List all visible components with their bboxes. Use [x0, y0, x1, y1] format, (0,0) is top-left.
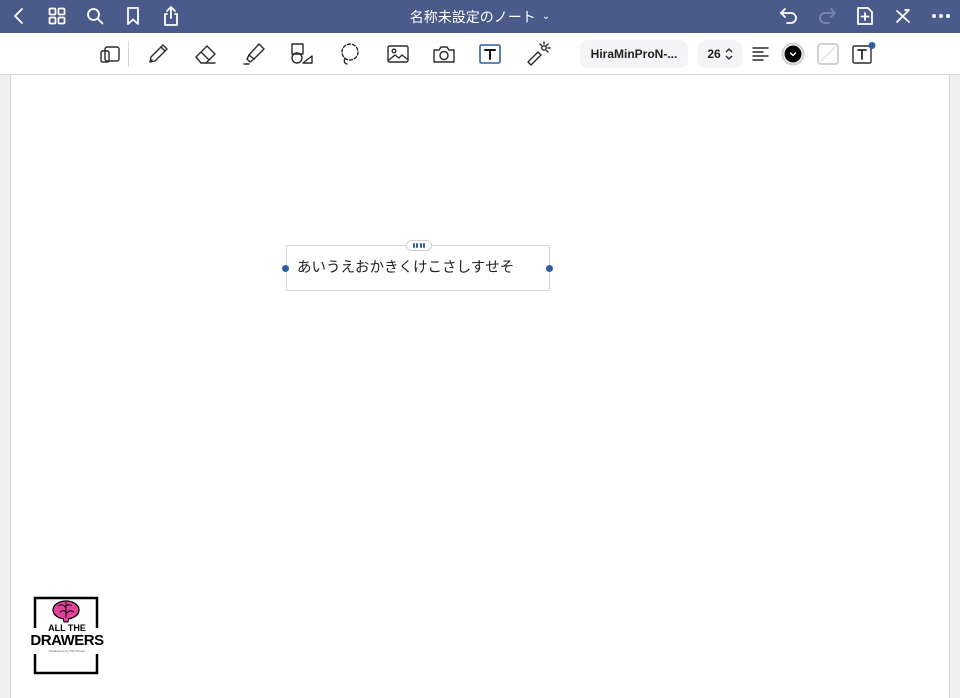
close-tools-icon[interactable] — [889, 3, 917, 29]
text-box-drag-handle[interactable] — [406, 240, 432, 251]
text-tool-icon[interactable] — [475, 39, 505, 69]
fill-color-swatch[interactable] — [813, 39, 843, 69]
text-box[interactable]: あいうえおかきくけこさしすせそ — [282, 240, 553, 291]
shapes-icon[interactable] — [287, 39, 317, 69]
text-align-icon[interactable] — [746, 39, 776, 69]
toolbar-divider — [128, 41, 129, 67]
all-the-drawers-logo: ALL THE DRAWERS Infodrawers by Toib Prov… — [27, 592, 107, 676]
note-title-label: 名称未設定のノート — [409, 9, 536, 26]
chevron-down-icon: ⌄ — [541, 11, 551, 22]
grid-icon[interactable] — [43, 3, 71, 29]
eraser-icon[interactable] — [191, 39, 221, 69]
undo-icon[interactable] — [775, 3, 803, 29]
note-page[interactable]: あいうえおかきくけこさしすせそ ALL THE DRAWERS Infodraw… — [10, 75, 950, 698]
font-size-stepper[interactable]: 26 — [698, 40, 742, 68]
laser-pointer-icon[interactable] — [523, 39, 553, 69]
logo-tagline: Infodrawers by Toib Proven — [48, 649, 86, 653]
redo-icon[interactable] — [813, 3, 841, 29]
pen-icon[interactable] — [143, 39, 173, 69]
note-title[interactable]: 名称未設定のノート ⌄ — [380, 0, 580, 33]
text-style-icon[interactable] — [848, 39, 878, 69]
highlighter-icon[interactable] — [239, 39, 269, 69]
back-chevron-icon[interactable] — [5, 3, 33, 29]
font-name-label: HiraMinProN-... — [590, 47, 678, 61]
bookmark-icon[interactable] — [119, 3, 147, 29]
text-color-swatch[interactable] — [778, 39, 808, 69]
up-down-chevron-icon — [725, 48, 733, 60]
logo-line2: DRAWERS — [30, 632, 104, 649]
lasso-icon[interactable] — [335, 39, 365, 69]
camera-icon[interactable] — [429, 39, 459, 69]
left-resize-handle[interactable] — [282, 265, 289, 272]
more-icon[interactable] — [927, 3, 955, 29]
add-page-icon[interactable] — [851, 3, 879, 29]
font-selector[interactable]: HiraMinProN-... — [580, 40, 688, 68]
text-box-content[interactable]: あいうえおかきくけこさしすせそ — [297, 256, 514, 277]
font-size-value: 26 — [707, 47, 721, 61]
share-icon[interactable] — [157, 3, 185, 29]
right-resize-handle[interactable] — [546, 265, 553, 272]
top-navigation-bar: 名称未設定のノート ⌄ — [0, 0, 960, 33]
image-icon[interactable] — [383, 39, 413, 69]
search-icon[interactable] — [81, 3, 109, 29]
device-mode-icon[interactable] — [95, 39, 125, 69]
tool-bar: HiraMinProN-... 26 — [0, 33, 960, 75]
